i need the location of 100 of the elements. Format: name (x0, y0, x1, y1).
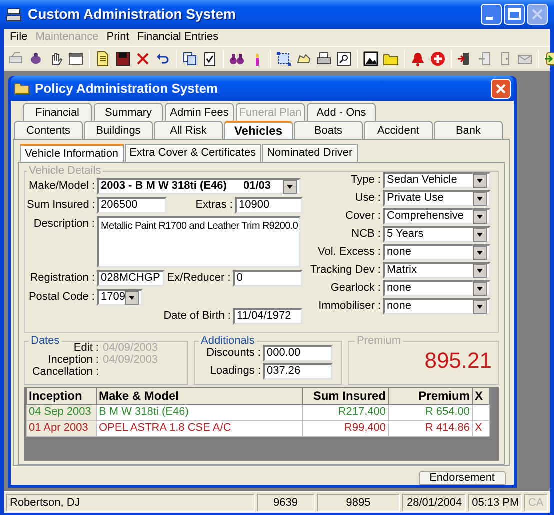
date-value: 04/09/2003 (103, 354, 158, 366)
group-title: Dates (30, 335, 61, 348)
column-header[interactable]: Inception (26, 388, 96, 404)
menu-item[interactable]: Financial Entries (137, 31, 219, 44)
input-field[interactable]: 000.00 (263, 345, 333, 362)
zoom-icon[interactable] (336, 51, 352, 67)
field-label: Cover : (344, 210, 381, 223)
text-area[interactable]: Metallic Paint R1700 and Leather Trim R9200.0 (97, 216, 301, 268)
maximize-button[interactable] (504, 4, 525, 25)
menu-item[interactable]: File (10, 31, 28, 44)
tab[interactable]: Summary (94, 103, 163, 121)
status-field: 05:13 PM (468, 494, 522, 512)
dropdown-field[interactable]: 2003 - B M W 318ti (E46) 01/03 (97, 178, 301, 195)
checklist-icon[interactable] (202, 51, 218, 67)
group-title: Additionals (200, 335, 256, 348)
date-value: 04/09/2003 (103, 342, 158, 354)
tab[interactable]: Nominated Driver (262, 144, 358, 162)
table-cell: X (472, 420, 490, 436)
minimize-button[interactable] (481, 4, 502, 25)
bug-icon[interactable] (28, 51, 44, 67)
table-cell: B M W 318ti (E46) (96, 404, 302, 420)
field-label: Postal Code : (28, 291, 95, 304)
status-field: 9895 (316, 494, 400, 512)
table-cell: R 654.00 (388, 404, 472, 420)
dropdown-field[interactable]: Private Use (383, 190, 491, 207)
dropdown-field[interactable]: Sedan Vehicle (383, 172, 491, 189)
dropdown-field[interactable]: Matrix (383, 262, 491, 279)
close-button[interactable] (527, 4, 548, 25)
field-label: Loadings : (209, 365, 261, 378)
field-label: Date of Birth : (164, 310, 231, 323)
window-title: Custom Administration System (28, 8, 237, 21)
field-label: Vol. Excess : (317, 246, 381, 259)
field-label: Make/Model : (28, 180, 95, 193)
tab[interactable]: Extra Cover & Certificates (124, 144, 262, 162)
table-cell: R 414.86 (388, 420, 472, 436)
input-field[interactable]: 11/04/1972 (233, 308, 303, 325)
dropdown-field[interactable]: none (383, 298, 491, 315)
tab[interactable]: Admin Fees (165, 103, 234, 121)
tab[interactable]: Contents (14, 121, 83, 139)
field-label: Gearlock : (330, 282, 381, 295)
column-header[interactable]: Sum Insured (302, 388, 388, 404)
tab[interactable]: Bank (434, 121, 503, 139)
premium-amount: 895.21 (424, 348, 492, 374)
table-cell: R99,400 (302, 420, 388, 436)
document-icon[interactable] (95, 51, 111, 67)
dropdown-field[interactable]: none (383, 244, 491, 261)
status-field: 9639 (256, 494, 315, 512)
table-cell: R217,400 (302, 404, 388, 420)
bell-icon[interactable] (410, 51, 426, 67)
input-field[interactable]: 10900 (235, 197, 303, 214)
field-label: Description : (32, 217, 95, 231)
picture-icon[interactable] (363, 51, 379, 67)
column-header[interactable]: Premium (388, 388, 472, 404)
app-icon (6, 6, 22, 22)
tab[interactable]: All Risk (154, 121, 223, 139)
dropdown-field[interactable]: none (383, 280, 491, 297)
table-cell: 01 Apr 2003 (26, 420, 96, 436)
status-field: Robertson, DJ (6, 494, 255, 512)
field-label: Ex/Reducer : (167, 272, 231, 285)
group-title: Premium (356, 335, 402, 348)
endorsement-button[interactable]: Endorsement (418, 471, 506, 485)
dropdown-field[interactable]: 1709 (97, 289, 143, 306)
dropdown-field[interactable]: Comprehensive (383, 208, 491, 225)
field-label: Type : (350, 174, 381, 187)
input-field[interactable]: 0 (232, 270, 303, 287)
field-label: Use : (354, 192, 381, 205)
column-header[interactable]: X (472, 388, 490, 404)
field-label: Sum Insured : (27, 199, 95, 212)
field-label: Tracking Dev : (309, 264, 381, 277)
window-title: Policy Administration System (35, 82, 220, 95)
input-field[interactable]: 037.26 (263, 363, 333, 380)
folder-icon (14, 82, 30, 95)
printer-icon[interactable] (316, 51, 332, 67)
tab[interactable]: Buildings (84, 121, 153, 139)
cross-icon[interactable] (135, 51, 151, 67)
table-cell: OPEL ASTRA 1.8 CSE A/C (96, 420, 302, 436)
field-label: Cancellation : (31, 366, 99, 378)
window-icon[interactable] (68, 51, 84, 67)
menu-item[interactable]: Print (106, 31, 130, 44)
tab[interactable]: Vehicle Information (20, 144, 124, 162)
status-field: CA (524, 494, 548, 512)
input-field[interactable]: 206500 (97, 197, 167, 214)
tab[interactable]: Accident (364, 121, 433, 139)
plus-circle-icon[interactable] (430, 51, 446, 67)
tab[interactable]: Add - Ons (307, 103, 376, 121)
field-label: Edit : (72, 342, 99, 354)
input-field[interactable]: 028MCHGP (97, 270, 166, 287)
status-field: 28/01/2004 (402, 494, 466, 512)
dropdown-field[interactable]: 5 Years (383, 226, 491, 243)
copy-icon[interactable] (182, 51, 198, 67)
group-title: Vehicle Details (28, 165, 102, 178)
field-label: Registration : (29, 272, 95, 285)
table-cell: 04 Sep 2003 (26, 404, 96, 420)
field-label: NCB : (350, 228, 381, 241)
tab[interactable]: Boats (294, 121, 363, 139)
selection-icon[interactable] (276, 51, 292, 67)
tab[interactable]: Financial (23, 103, 92, 121)
tab[interactable]: Vehicles (224, 121, 293, 139)
binoculars-icon[interactable] (229, 51, 245, 67)
column-header[interactable]: Make & Model (96, 388, 302, 404)
